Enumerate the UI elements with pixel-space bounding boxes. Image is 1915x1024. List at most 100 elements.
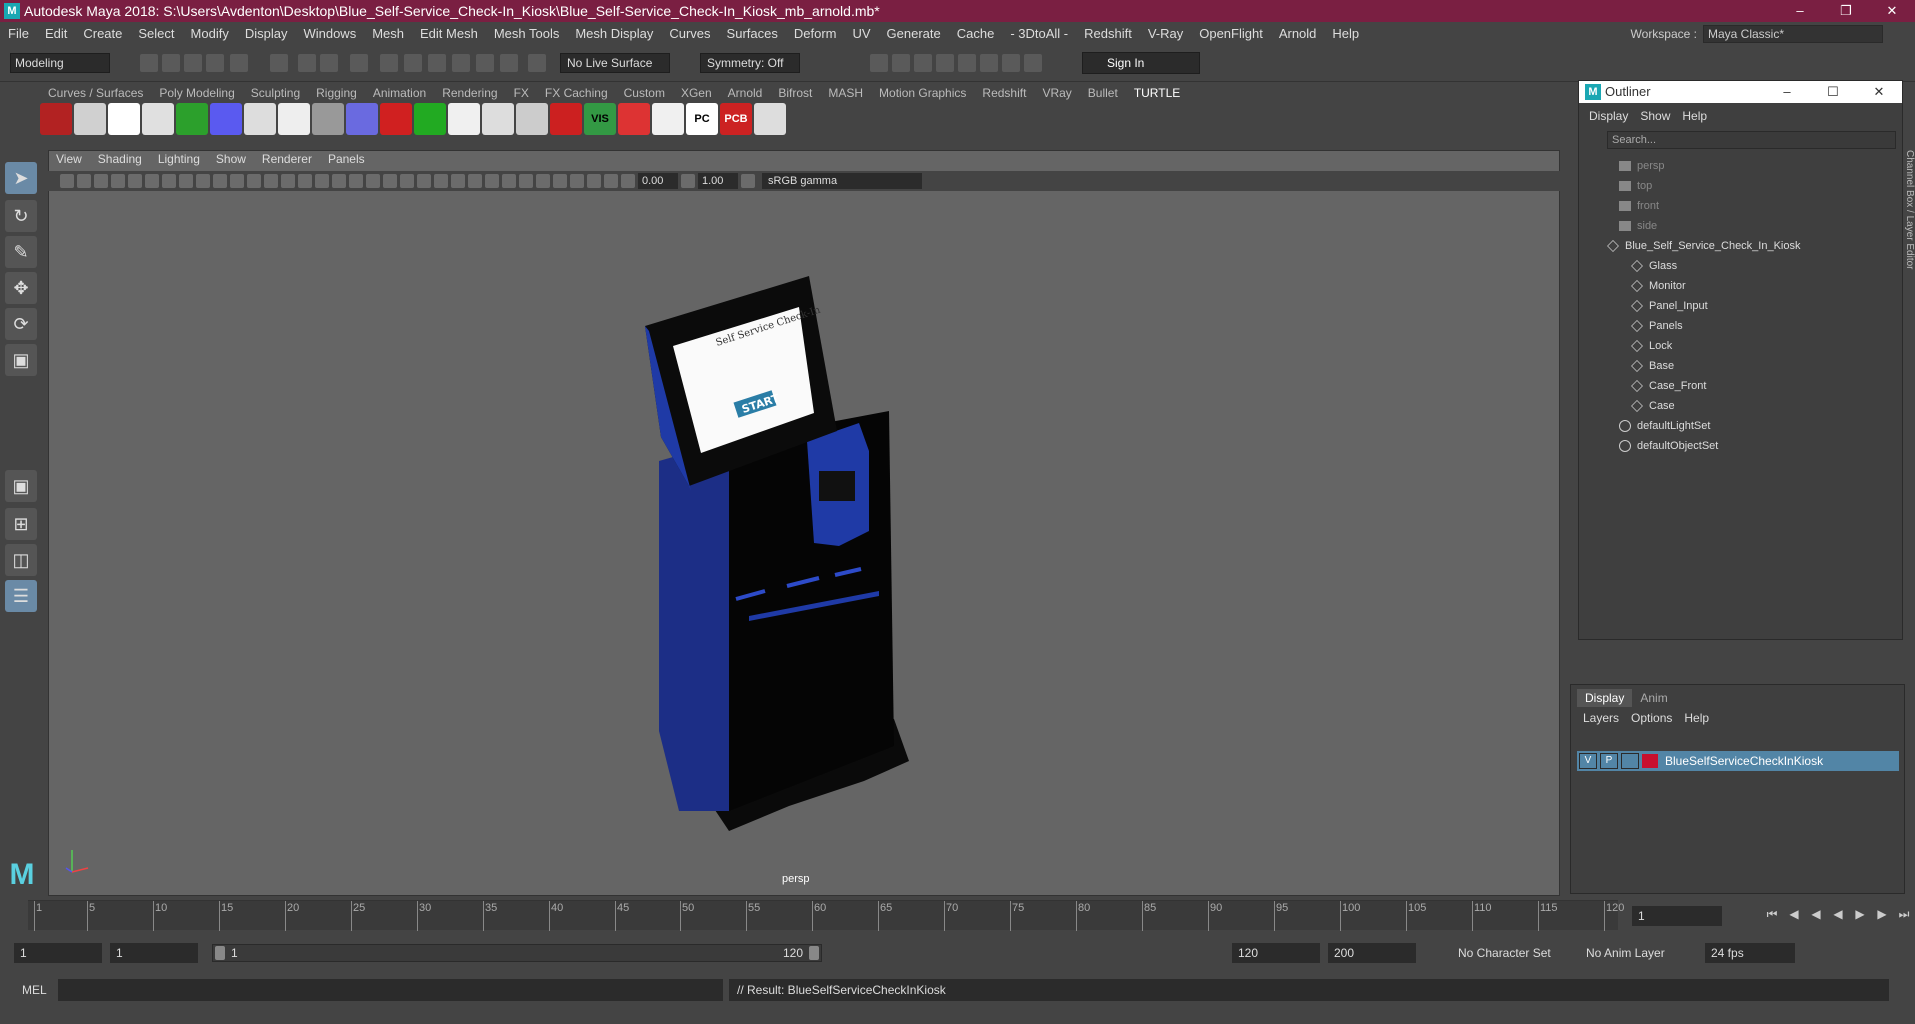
four-layout-icon[interactable]: ⊞	[5, 508, 37, 540]
scale-tool-icon[interactable]: ▣	[5, 344, 37, 376]
layer-color-swatch[interactable]	[1642, 754, 1658, 768]
viewport-tool-icon[interactable]	[213, 174, 227, 188]
render-tool-icon[interactable]	[1002, 54, 1020, 72]
layer-visibility-toggle[interactable]: V	[1579, 753, 1597, 769]
shelf-tool-icon[interactable]	[448, 103, 480, 135]
fps-dropdown[interactable]: 24 fps	[1705, 943, 1795, 963]
character-set-dropdown[interactable]: No Character Set	[1452, 943, 1551, 963]
menu-item[interactable]: Deform	[786, 26, 845, 41]
render-tool-icon[interactable]	[958, 54, 976, 72]
kiosk-model[interactable]: Self Service Check-In START	[49, 151, 1561, 897]
outliner-item[interactable]: side	[1579, 216, 1879, 236]
shelf-tab[interactable]: Rendering	[434, 86, 505, 100]
menu-item[interactable]: Curves	[661, 26, 718, 41]
shelf-tool-icon[interactable]	[244, 103, 276, 135]
viewport-menu-item[interactable]: Renderer	[254, 152, 320, 170]
shelf-tool-icon[interactable]	[550, 103, 582, 135]
shelf-tool-icon[interactable]	[346, 103, 378, 135]
shelf-tab[interactable]: Poly Modeling	[151, 86, 242, 100]
viewport-tool-icon[interactable]	[298, 174, 312, 188]
menu-item[interactable]: Redshift	[1076, 26, 1140, 41]
select-tool-icon[interactable]: ➤	[5, 162, 37, 194]
playback-start-field[interactable]: 1	[110, 943, 198, 963]
menu-item[interactable]: V-Ray	[1140, 26, 1191, 41]
shelf-tab[interactable]: Bifrost	[770, 86, 820, 100]
menu-item[interactable]: - 3DtoAll -	[1002, 26, 1076, 41]
menu-item[interactable]: Generate	[879, 26, 949, 41]
outliner-minimize-icon[interactable]: –	[1764, 81, 1810, 103]
viewport-menu-item[interactable]: View	[48, 152, 90, 170]
viewport-tool-icon[interactable]	[145, 174, 159, 188]
viewport-tool-icon[interactable]	[332, 174, 346, 188]
viewport-tool-icon[interactable]	[502, 174, 516, 188]
outliner-item[interactable]: top	[1579, 176, 1879, 196]
layer-menu-item[interactable]: Help	[1678, 711, 1715, 725]
single-layout-icon[interactable]: ▣	[5, 470, 37, 502]
status-tool-icon[interactable]	[528, 54, 546, 72]
symmetry-dropdown[interactable]: Symmetry: Off	[700, 53, 800, 73]
gamma-field[interactable]: 1.00	[698, 173, 738, 189]
outliner-item[interactable]: Blue_Self_Service_Check_In_Kiosk	[1579, 236, 1879, 256]
outliner-item[interactable]: persp	[1579, 156, 1879, 176]
command-language[interactable]: MEL	[22, 983, 47, 997]
viewport-tool-icon[interactable]	[77, 174, 91, 188]
menu-item[interactable]: Cache	[949, 26, 1003, 41]
shelf-tool-icon[interactable]	[380, 103, 412, 135]
viewport-tool-icon[interactable]	[366, 174, 380, 188]
shelf-tool-icon[interactable]	[754, 103, 786, 135]
status-tool-icon[interactable]	[476, 54, 494, 72]
shelf-tab[interactable]: Sculpting	[243, 86, 308, 100]
viewport-tool-icon[interactable]	[128, 174, 142, 188]
viewport-tool-icon[interactable]	[349, 174, 363, 188]
outliner-item[interactable]: defaultObjectSet	[1579, 436, 1879, 456]
shelf-tool-icon[interactable]	[312, 103, 344, 135]
shelf-tab[interactable]: Arnold	[720, 86, 771, 100]
viewport-tool-icon[interactable]	[451, 174, 465, 188]
status-tool-icon[interactable]	[298, 54, 316, 72]
scene-end-field[interactable]: 200	[1328, 943, 1416, 963]
workspace-dropdown[interactable]: Maya Classic*	[1703, 25, 1883, 43]
channel-box-tab[interactable]: Channel Box / Layer Editor	[1903, 150, 1915, 290]
menu-item[interactable]: Help	[1324, 26, 1367, 41]
close-icon[interactable]: ✕	[1869, 0, 1915, 22]
viewport-tool-icon[interactable]	[621, 174, 635, 188]
menu-item[interactable]: File	[0, 26, 37, 41]
menu-item[interactable]: Edit Mesh	[412, 26, 486, 41]
go-to-end-icon[interactable]: ⏭	[1896, 907, 1912, 923]
layer-tab[interactable]: Display	[1577, 689, 1633, 707]
viewport-tool-icon[interactable]	[315, 174, 329, 188]
viewport-tool-icon[interactable]	[94, 174, 108, 188]
status-tool-icon[interactable]	[404, 54, 422, 72]
outliner-item[interactable]: Case_Front	[1579, 376, 1879, 396]
render-tool-icon[interactable]	[980, 54, 998, 72]
restore-icon[interactable]: ❐	[1823, 0, 1869, 22]
shelf-tool-icon[interactable]	[618, 103, 650, 135]
menu-item[interactable]: Modify	[183, 26, 237, 41]
render-tool-icon[interactable]	[914, 54, 932, 72]
outliner-item[interactable]: Panels	[1579, 316, 1879, 336]
gamma-icon[interactable]	[681, 174, 695, 188]
viewport-tool-icon[interactable]	[281, 174, 295, 188]
rotate-tool-icon[interactable]: ⟳	[5, 308, 37, 340]
shelf-tab[interactable]: FX	[506, 86, 537, 100]
shelf-tool-icon[interactable]	[74, 103, 106, 135]
range-start-handle[interactable]	[215, 946, 225, 960]
viewport-tool-icon[interactable]	[179, 174, 193, 188]
outliner-item[interactable]: defaultLightSet	[1579, 416, 1879, 436]
step-back-icon[interactable]: ◀	[1786, 907, 1802, 923]
outliner-item[interactable]: Case	[1579, 396, 1879, 416]
play-back-icon[interactable]: ◀	[1830, 907, 1846, 923]
viewport-tool-icon[interactable]	[587, 174, 601, 188]
shelf-tab[interactable]: MASH	[820, 86, 871, 100]
menu-item[interactable]: Mesh	[364, 26, 412, 41]
outliner-menu-item[interactable]: Help	[1676, 109, 1713, 123]
shelf-tab[interactable]: VRay	[1034, 86, 1079, 100]
viewport-tool-icon[interactable]	[468, 174, 482, 188]
menu-item[interactable]: Edit	[37, 26, 75, 41]
go-to-start-icon[interactable]: ⏮	[1764, 907, 1780, 923]
viewport-tool-icon[interactable]	[536, 174, 550, 188]
exposure-field[interactable]: 0.00	[638, 173, 678, 189]
menu-item[interactable]: Arnold	[1271, 26, 1325, 41]
shelf-tab[interactable]: Animation	[365, 86, 434, 100]
shelf-tool-icon[interactable]	[652, 103, 684, 135]
